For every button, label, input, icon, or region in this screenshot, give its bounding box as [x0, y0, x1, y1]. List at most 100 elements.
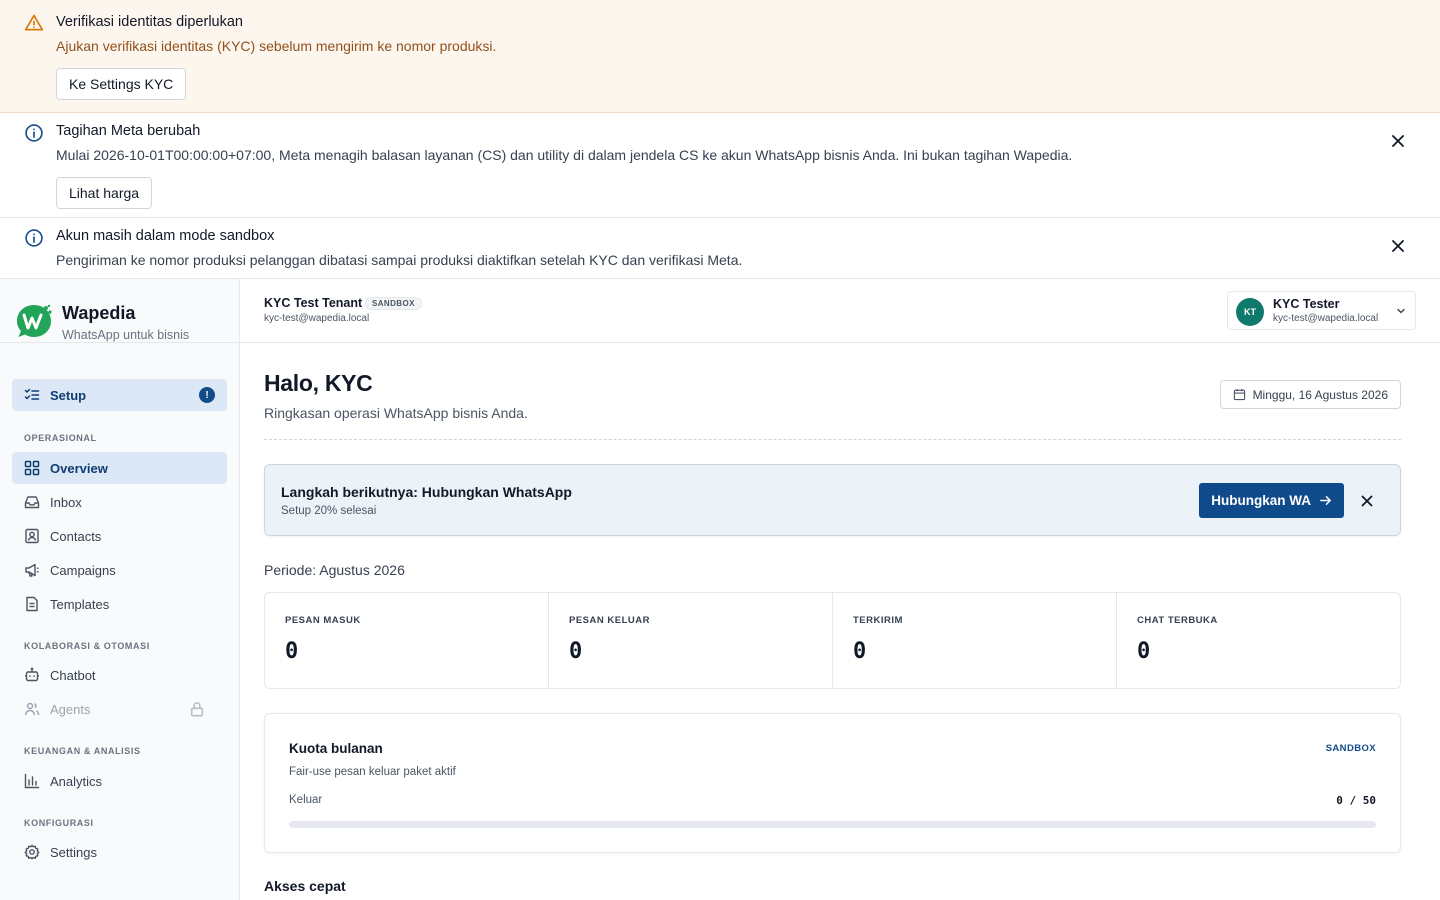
meta-billing-banner: Tagihan Meta berubah Mulai 2026-10-01T00… — [0, 113, 1440, 218]
brand-name: Wapedia — [62, 303, 136, 323]
topbar: KYC Test Tenant SANDBOX kyc-test@wapedia… — [240, 279, 1440, 343]
nav-section-kolaborasi: KOLABORASI & OTOMASI — [24, 641, 150, 651]
stat-card: PESAN MASUK 0 — [265, 593, 549, 688]
quick-access-heading: Akses cepat — [264, 878, 346, 894]
connect-whatsapp-label: Hubungkan WA — [1211, 493, 1311, 508]
connect-whatsapp-button[interactable]: Hubungkan WA — [1199, 483, 1344, 518]
nav-section-operasional: OPERASIONAL — [24, 433, 97, 443]
sidebar-item-chatbot[interactable]: Chatbot — [12, 659, 227, 691]
quota-progress-bar — [289, 821, 1376, 828]
wapedia-logo-icon — [17, 304, 52, 337]
sidebar-item-label: Templates — [50, 596, 110, 612]
kyc-banner-description: Ajukan verifikasi identitas (KYC) sebelu… — [56, 38, 497, 54]
meta-banner-description: Mulai 2026-10-01T00:00:00+07:00, Meta me… — [56, 147, 1073, 163]
sandbox-banner-description: Pengiriman ke nomor produksi pelanggan d… — [56, 252, 743, 268]
stat-value: 0 — [569, 639, 583, 664]
view-pricing-button[interactable]: Lihat harga — [56, 177, 153, 209]
user-name: KYC Tester — [1273, 297, 1340, 311]
bar-chart-icon — [24, 773, 40, 789]
date-chip: Minggu, 16 Agustus 2026 — [1219, 380, 1401, 409]
next-step-card: Langkah berikutnya: Hubungkan WhatsApp S… — [264, 464, 1401, 536]
lock-icon — [190, 702, 204, 717]
user-email: kyc-test@wapedia.local — [1273, 313, 1379, 324]
sandbox-banner: Akun masih dalam mode sandbox Pengiriman… — [0, 218, 1440, 279]
sandbox-banner-title: Akun masih dalam mode sandbox — [56, 228, 275, 244]
stat-value: 0 — [1137, 639, 1151, 664]
sidebar-item-label: Setup — [50, 387, 87, 403]
sidebar-item-campaigns[interactable]: Campaigns — [12, 554, 227, 586]
sidebar-item-setup[interactable]: Setup ! — [12, 379, 227, 411]
brand[interactable]: Wapedia WhatsApp untuk bisnis — [0, 279, 239, 343]
page-subtitle: Ringkasan operasi WhatsApp bisnis Anda. — [264, 405, 528, 421]
close-icon[interactable] — [1390, 133, 1406, 149]
sidebar-item-label: Campaigns — [50, 562, 116, 578]
sidebar-item-overview[interactable]: Overview — [12, 452, 227, 484]
sidebar-item-label: Agents — [50, 701, 91, 717]
sidebar-item-label: Contacts — [50, 528, 102, 544]
tenant-email: kyc-test@wapedia.local — [264, 313, 370, 324]
next-step-title: Langkah berikutnya: Hubungkan WhatsApp — [281, 484, 572, 500]
period-label: Periode: Agustus 2026 — [264, 562, 405, 578]
sidebar-item-label: Settings — [50, 844, 97, 860]
quota-env-tag: SANDBOX — [1325, 743, 1376, 754]
arrow-right-icon — [1320, 496, 1331, 505]
stat-value: 0 — [853, 639, 867, 664]
avatar: KT — [1236, 298, 1264, 326]
user-menu-button[interactable]: KT KYC Tester kyc-test@wapedia.local — [1227, 291, 1416, 330]
environment-badge: SANDBOX — [365, 297, 422, 310]
stats-grid: PESAN MASUK 0 PESAN KELUAR 0 TERKIRIM 0 … — [264, 592, 1401, 689]
kyc-banner: Verifikasi identitas diperlukan Ajukan v… — [0, 0, 1440, 113]
stat-label: CHAT TERBUKA — [1137, 615, 1218, 626]
contacts-icon — [25, 528, 39, 544]
monthly-quota-card: Kuota bulanan SANDBOX Fair-use pesan kel… — [264, 713, 1401, 853]
next-step-progress: Setup 20% selesai — [281, 505, 377, 517]
close-icon[interactable] — [1360, 494, 1374, 508]
users-icon — [24, 702, 40, 716]
info-icon — [25, 229, 43, 247]
stat-label: PESAN KELUAR — [569, 615, 650, 626]
divider — [264, 439, 1401, 440]
quota-value: 0 / 50 — [1336, 794, 1376, 807]
warning-icon — [24, 14, 44, 31]
page-title: Halo, KYC — [264, 370, 373, 396]
tenant-name: KYC Test Tenant — [264, 296, 363, 310]
nav-section-konfigurasi: KONFIGURASI — [24, 818, 94, 828]
stat-card: PESAN KELUAR 0 — [549, 593, 833, 688]
sidebar-item-label: Inbox — [50, 494, 82, 510]
grid-icon — [24, 460, 40, 476]
quota-label: Keluar — [289, 794, 323, 806]
brand-tagline: WhatsApp untuk bisnis — [62, 328, 190, 342]
stat-value: 0 — [285, 639, 299, 664]
sidebar-item-agents[interactable]: Agents — [12, 693, 227, 725]
bot-icon — [25, 667, 39, 682]
stat-card: TERKIRIM 0 — [833, 593, 1117, 688]
quota-subtitle: Fair-use pesan keluar paket aktif — [289, 766, 456, 778]
sidebar-item-label: Chatbot — [50, 667, 96, 683]
close-icon[interactable] — [1390, 238, 1406, 254]
checklist-icon — [24, 388, 40, 400]
calendar-icon — [1233, 388, 1245, 401]
sidebar-item-inbox[interactable]: Inbox — [12, 486, 227, 518]
kyc-banner-title: Verifikasi identitas diperlukan — [56, 14, 243, 30]
info-icon — [25, 124, 43, 142]
main-content: Halo, KYC Ringkasan operasi WhatsApp bis… — [240, 343, 1440, 900]
document-icon — [26, 596, 38, 612]
quota-title: Kuota bulanan — [289, 741, 383, 756]
sidebar-item-label: Overview — [50, 460, 108, 476]
nav-section-keuangan: KEUANGAN & ANALISIS — [24, 746, 141, 756]
current-date: Minggu, 16 Agustus 2026 — [1252, 387, 1388, 402]
gear-icon — [24, 844, 40, 860]
sidebar-item-settings[interactable]: Settings — [12, 836, 227, 868]
sidebar-item-templates[interactable]: Templates — [12, 588, 227, 620]
stat-label: PESAN MASUK — [285, 615, 361, 626]
sidebar: Wapedia WhatsApp untuk bisnis Setup ! OP… — [0, 279, 240, 900]
inbox-icon — [24, 496, 40, 509]
sidebar-item-analytics[interactable]: Analytics — [12, 765, 227, 797]
go-to-kyc-settings-button[interactable]: Ke Settings KYC — [56, 68, 187, 100]
chevron-down-icon — [1397, 308, 1405, 314]
sidebar-item-contacts[interactable]: Contacts — [12, 520, 227, 552]
alert-badge: ! — [199, 387, 215, 403]
sidebar-item-label: Analytics — [50, 773, 103, 789]
stat-label: TERKIRIM — [853, 615, 903, 626]
megaphone-icon — [25, 563, 39, 577]
